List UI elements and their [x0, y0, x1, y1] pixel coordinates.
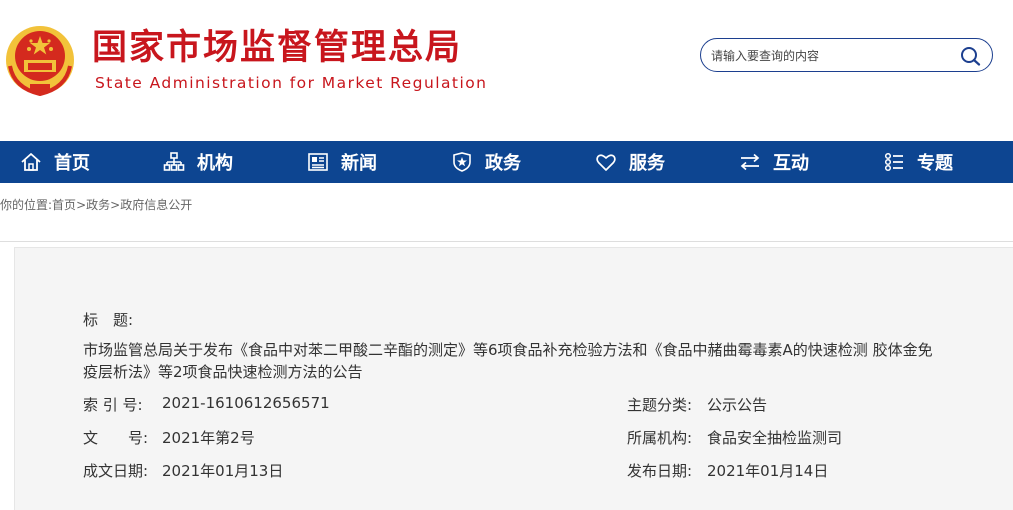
nav-label-interact: 互动 — [773, 153, 809, 174]
nav-label-gov: 政务 — [485, 153, 521, 174]
nav-item-news[interactable]: 新闻 — [307, 141, 377, 183]
breadcrumb-separator: > — [110, 198, 121, 212]
nav-item-service[interactable]: 服务 — [595, 141, 665, 183]
nav-item-home[interactable]: 首页 — [20, 141, 90, 183]
site-subtitle: State Administration for Market Regulati… — [95, 74, 488, 92]
published-date-value: 2021年01月14日 — [707, 462, 829, 480]
topic-value: 公示公告 — [707, 396, 768, 414]
newspaper-icon — [308, 153, 328, 171]
topic-label: 主题分类: — [627, 396, 693, 414]
search-box — [700, 38, 993, 72]
shield-icon — [453, 152, 471, 172]
org-chart-icon — [163, 152, 185, 171]
docno-value: 2021年第2号 — [162, 429, 255, 447]
breadcrumb: 你的位置:首页>政务>政府信息公开 — [0, 196, 192, 213]
list-icon — [884, 152, 903, 172]
created-date-label: 成文日期: — [83, 462, 149, 480]
exchange-arrows-icon — [740, 153, 760, 171]
nav-item-org[interactable]: 机构 — [163, 141, 233, 183]
created-date-value: 2021年01月13日 — [162, 462, 284, 480]
index-label: 索 引 号: — [83, 396, 143, 414]
main-nav: 首页 机构 新闻 政务 服务 互动 专题 — [0, 141, 1013, 183]
document-title: 市场监管总局关于发布《食品中对苯二甲酸二辛酯的测定》等6项食品补充检验方法和《食… — [83, 341, 933, 381]
breadcrumb-prefix: 你的位置: — [0, 198, 53, 212]
home-icon — [21, 153, 41, 171]
nav-label-service: 服务 — [629, 153, 665, 174]
breadcrumb-info-disclosure[interactable]: 政府信息公开 — [120, 198, 192, 212]
nav-label-topics: 专题 — [917, 153, 953, 174]
org-label: 所属机构: — [627, 429, 693, 447]
heart-icon — [596, 154, 616, 171]
nav-item-topics[interactable]: 专题 — [883, 141, 953, 183]
header-divider — [0, 241, 1013, 242]
index-value: 2021-1610612656571 — [162, 394, 330, 412]
national-emblem-icon[interactable] — [4, 22, 76, 98]
site-header: 国家市场监督管理总局 State Administration for Mark… — [0, 0, 1013, 141]
nav-label-news: 新闻 — [341, 153, 377, 174]
org-value: 食品安全抽检监测司 — [707, 429, 843, 447]
search-input[interactable] — [711, 46, 951, 66]
title-label: 标 题: — [83, 311, 134, 329]
nav-item-interact[interactable]: 互动 — [739, 141, 809, 183]
search-icon[interactable] — [960, 46, 982, 66]
breadcrumb-home[interactable]: 首页 — [52, 198, 76, 212]
nav-label-home: 首页 — [54, 153, 90, 174]
nav-item-gov[interactable]: 政务 — [451, 141, 521, 183]
site-title: 国家市场监督管理总局 — [92, 28, 463, 68]
breadcrumb-separator: > — [76, 198, 87, 212]
nav-label-org: 机构 — [197, 153, 233, 174]
breadcrumb-gov[interactable]: 政务 — [86, 198, 110, 212]
published-date-label: 发布日期: — [627, 462, 693, 480]
docno-label: 文 号: — [83, 429, 149, 447]
